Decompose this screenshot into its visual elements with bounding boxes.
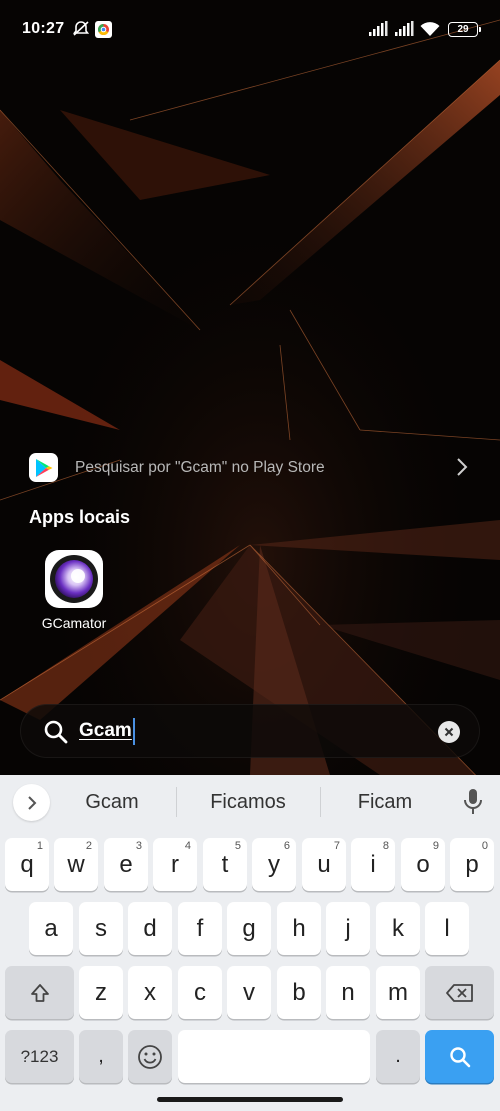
key-s[interactable]: s <box>79 902 123 955</box>
key-q[interactable]: q1 <box>5 838 49 891</box>
divider <box>320 787 321 817</box>
play-store-search-text: Pesquisar por "Gcam" no Play Store <box>75 459 325 476</box>
key-p[interactable]: p0 <box>450 838 494 891</box>
chevron-right-icon <box>456 457 468 482</box>
key-g[interactable]: g <box>227 902 271 955</box>
key-t[interactable]: t5 <box>203 838 247 891</box>
search-input[interactable]: Gcam <box>79 720 132 742</box>
key-e[interactable]: e3 <box>104 838 148 891</box>
search-icon <box>449 1046 470 1067</box>
suggestion-1[interactable]: Gcam <box>68 791 156 814</box>
key-k[interactable]: k <box>376 902 420 955</box>
keyboard: Gcam Ficamos Ficam q1 w2 e3 r4 t5 y6 u7 … <box>0 775 500 1111</box>
status-time: 10:27 <box>22 20 65 37</box>
key-z[interactable]: z <box>79 966 123 1019</box>
key-j[interactable]: j <box>326 902 370 955</box>
wifi-icon <box>420 20 440 38</box>
backspace-icon <box>445 983 473 1002</box>
microphone-icon[interactable] <box>463 788 483 821</box>
emoji-icon <box>138 1044 162 1069</box>
backspace-key[interactable] <box>425 966 494 1019</box>
divider <box>176 787 177 817</box>
text-cursor <box>133 718 135 745</box>
emoji-key[interactable] <box>128 1030 172 1083</box>
key-v[interactable]: v <box>227 966 271 1019</box>
key-i[interactable]: i8 <box>351 838 395 891</box>
app-label: GCamator <box>41 615 107 631</box>
app-tile-gcamator[interactable]: GCamator <box>30 550 118 640</box>
key-h[interactable]: h <box>277 902 321 955</box>
play-store-search-suggestion[interactable]: Pesquisar por "Gcam" no Play Store <box>0 448 500 488</box>
key-f[interactable]: f <box>178 902 222 955</box>
chevron-right-icon <box>27 795 36 810</box>
status-bar: 10:27 29 <box>0 0 500 60</box>
shift-key[interactable] <box>5 966 74 1019</box>
gcamator-app-icon <box>45 550 103 608</box>
navigation-handle[interactable] <box>157 1097 343 1102</box>
search-field[interactable]: Gcam <box>20 704 480 758</box>
chrome-icon <box>95 20 112 38</box>
key-y[interactable]: y6 <box>252 838 296 891</box>
suggestion-3[interactable]: Ficam <box>336 791 434 814</box>
key-r[interactable]: r4 <box>153 838 197 891</box>
key-l[interactable]: l <box>425 902 469 955</box>
period-key[interactable]: . <box>376 1030 420 1083</box>
key-n[interactable]: n <box>326 966 370 1019</box>
key-b[interactable]: b <box>277 966 321 1019</box>
key-x[interactable]: x <box>128 966 172 1019</box>
key-u[interactable]: u7 <box>302 838 346 891</box>
shift-icon <box>30 983 49 1002</box>
symbols-key[interactable]: ?123 <box>5 1030 74 1083</box>
play-store-icon <box>29 453 58 482</box>
wallpaper <box>0 0 500 775</box>
mute-icon <box>72 20 90 38</box>
suggestion-bar: Gcam Ficamos Ficam <box>0 775 500 830</box>
clear-search-icon[interactable] <box>438 721 460 743</box>
expand-toolbar-button[interactable] <box>13 784 50 821</box>
local-apps-title: Apps locais <box>29 507 131 527</box>
key-c[interactable]: c <box>178 966 222 1019</box>
key-a[interactable]: a <box>29 902 73 955</box>
comma-key[interactable]: , <box>79 1030 123 1083</box>
key-w[interactable]: w2 <box>54 838 98 891</box>
search-icon <box>43 719 69 750</box>
key-o[interactable]: o9 <box>401 838 445 891</box>
search-key[interactable] <box>425 1030 494 1083</box>
signal-icon <box>368 20 388 38</box>
signal-icon <box>394 20 414 38</box>
battery-level: 29 <box>457 24 469 35</box>
key-d[interactable]: d <box>128 902 172 955</box>
key-m[interactable]: m <box>376 966 420 1019</box>
battery-icon: 29 <box>448 22 481 37</box>
suggestion-2[interactable]: Ficamos <box>192 791 304 814</box>
space-key[interactable] <box>178 1030 370 1083</box>
